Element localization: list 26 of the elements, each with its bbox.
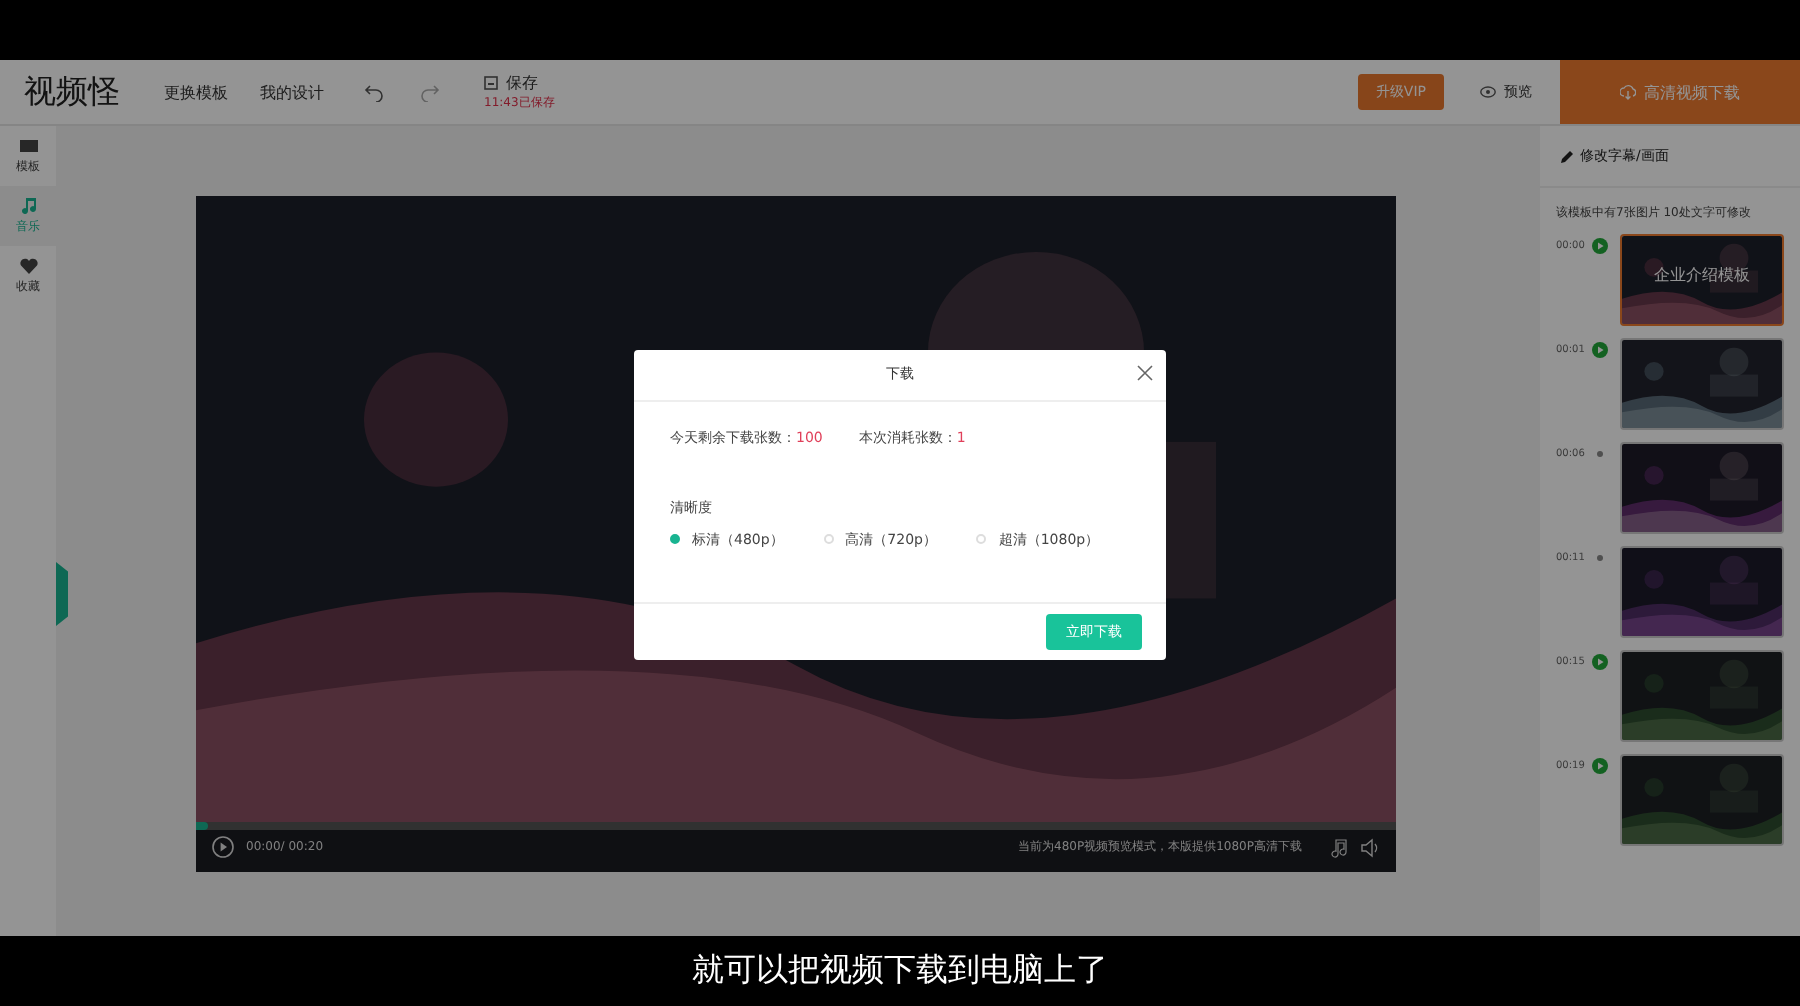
progress-track[interactable] xyxy=(196,822,1396,830)
play-icon[interactable] xyxy=(1592,654,1608,670)
close-icon[interactable] xyxy=(1136,363,1154,381)
play-icon[interactable] xyxy=(1592,758,1608,774)
save-icon[interactable] xyxy=(484,76,498,90)
menu-link[interactable]: 我的设计 xyxy=(260,81,324,103)
dot-icon xyxy=(1592,446,1608,462)
radio-button[interactable] xyxy=(670,534,680,544)
slide-title: 企业介绍模板 xyxy=(1652,264,1752,286)
music-note-icon xyxy=(20,197,36,213)
app-logo[interactable]: 视频怪 xyxy=(24,71,120,113)
undo-icon[interactable] xyxy=(364,82,384,102)
eye-icon[interactable] xyxy=(1480,86,1496,98)
volume-icon[interactable] xyxy=(1360,837,1380,857)
play-icon[interactable] xyxy=(1592,238,1608,254)
play-icon[interactable] xyxy=(212,836,234,858)
save-label[interactable]: 保存 xyxy=(506,72,538,94)
pencil-icon xyxy=(1560,149,1574,163)
music-note-icon[interactable] xyxy=(1330,837,1348,857)
play-icon[interactable] xyxy=(1592,342,1608,358)
slide-thumbnail[interactable]: 企业介绍模板 xyxy=(1620,234,1784,326)
heart-icon xyxy=(19,257,37,273)
menu-link[interactable]: 更换模板 xyxy=(164,81,228,103)
dot-icon xyxy=(1592,550,1608,566)
cloud-download-icon xyxy=(1620,84,1636,100)
video-subtitle: 就可以把视频下载到电脑上了 xyxy=(692,950,1108,992)
